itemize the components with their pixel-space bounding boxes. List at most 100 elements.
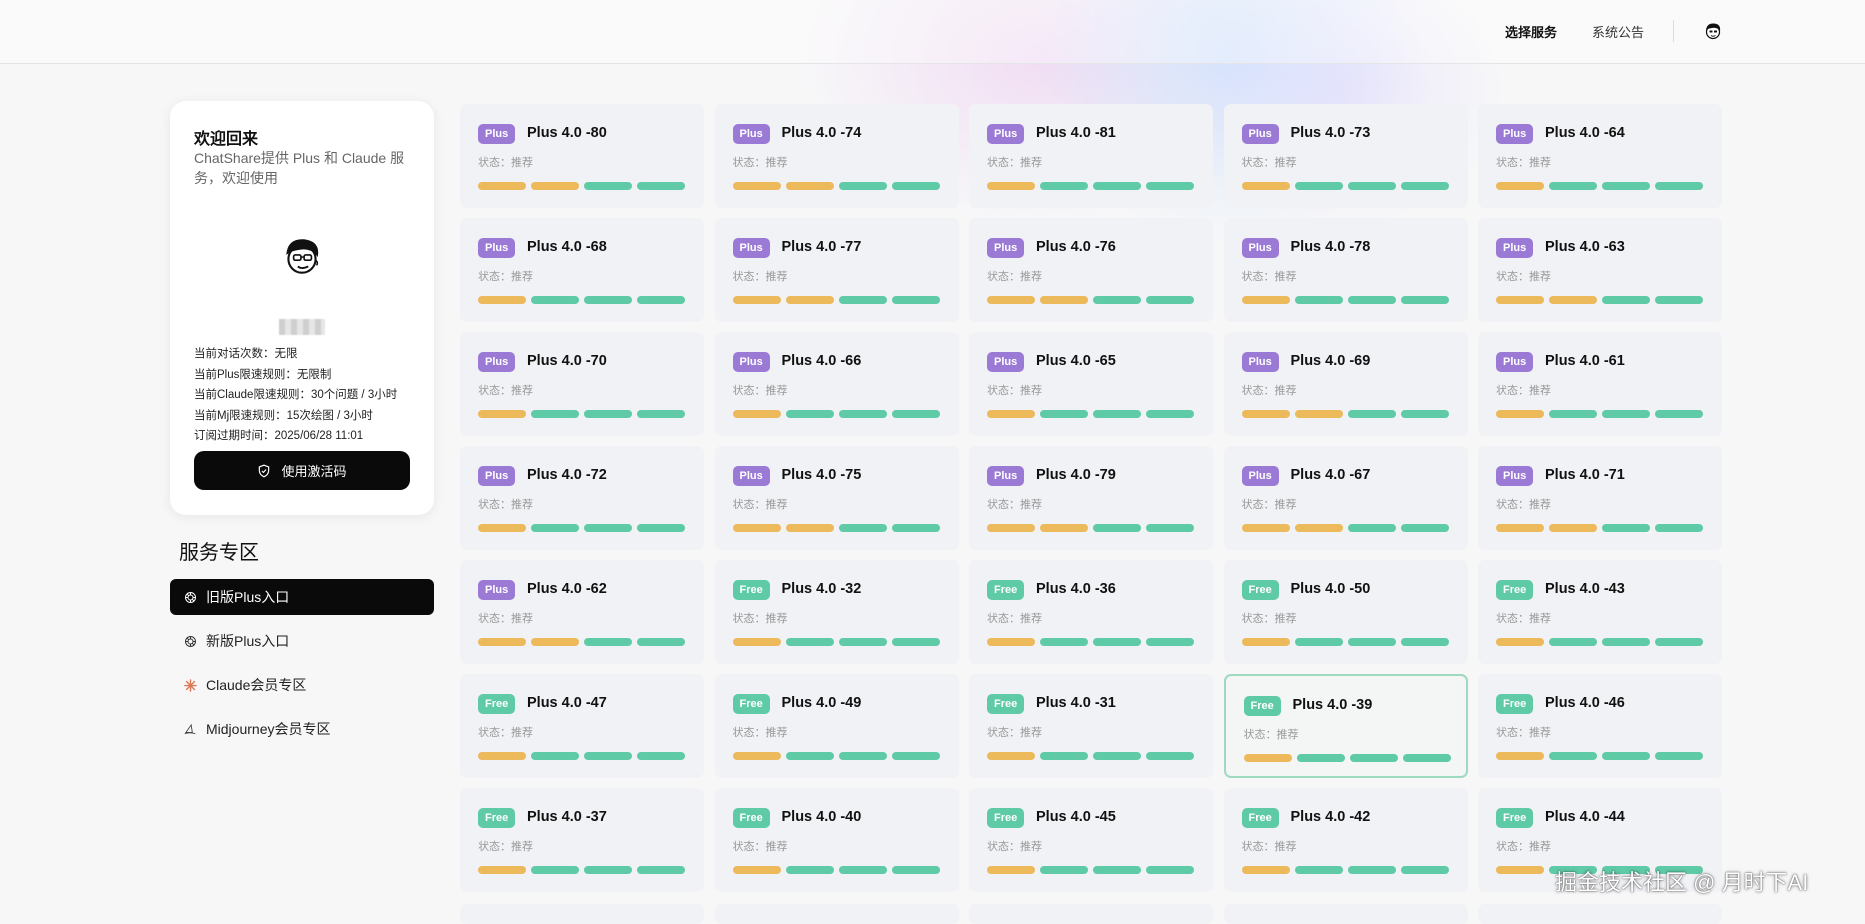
load-bar-free — [637, 638, 685, 646]
load-bar-free — [1040, 182, 1088, 190]
service-name: Plus 4.0 -49 — [781, 695, 862, 711]
service-card-partial[interactable] — [714, 904, 959, 924]
load-bar-free — [1400, 296, 1449, 304]
service-card[interactable]: Plus Plus 4.0 -65 状态：推荐 — [969, 332, 1213, 436]
load-bar-free — [838, 296, 887, 304]
load-bar-free — [1655, 752, 1703, 760]
service-status: 状态：推荐 — [1241, 613, 1297, 625]
service-card-partial[interactable] — [1478, 904, 1722, 924]
load-bar-free — [1093, 296, 1141, 304]
service-card[interactable]: Plus Plus 4.0 -61 状态：推荐 — [1478, 332, 1722, 436]
service-card[interactable]: Plus Plus 4.0 -76 状态：推荐 — [969, 218, 1213, 322]
service-card[interactable]: Plus Plus 4.0 -70 状态：推荐 — [460, 332, 704, 436]
load-bar-free — [584, 866, 632, 874]
load-bar-free — [1549, 638, 1597, 646]
service-card[interactable]: Plus Plus 4.0 -62 状态：推荐 — [460, 560, 704, 664]
service-card[interactable]: Free Plus 4.0 -37 状态：推荐 — [460, 788, 704, 892]
load-bar-busy — [732, 182, 781, 190]
load-bar-free — [1146, 296, 1194, 304]
tier-badge: Plus — [1241, 124, 1279, 144]
service-status: 状态：推荐 — [1496, 499, 1551, 511]
service-status: 状态：推荐 — [478, 727, 533, 739]
load-bar-free — [1040, 866, 1088, 874]
service-card[interactable]: Free Plus 4.0 -42 状态：推荐 — [1223, 788, 1468, 892]
load-bar-free — [1347, 182, 1396, 190]
load-bar-busy — [1040, 524, 1088, 532]
service-card[interactable]: Plus Plus 4.0 -77 状态：推荐 — [714, 218, 959, 322]
load-bar-busy — [478, 296, 526, 304]
load-bar-free — [637, 524, 685, 532]
tier-badge: Plus — [478, 466, 516, 486]
load-bar-free — [1347, 866, 1396, 874]
service-card[interactable]: Free Plus 4.0 -43 状态：推荐 — [1478, 560, 1722, 664]
load-bar-busy — [1241, 866, 1290, 874]
service-card[interactable]: Plus Plus 4.0 -67 状态：推荐 — [1223, 446, 1468, 550]
service-card[interactable]: Plus Plus 4.0 -63 状态：推荐 — [1478, 218, 1722, 322]
load-bar-busy — [987, 866, 1035, 874]
menu-item-label: Claude会员专区 — [206, 677, 307, 693]
service-card[interactable]: Plus Plus 4.0 -64 状态：推荐 — [1478, 104, 1722, 208]
service-card[interactable]: Free Plus 4.0 -47 状态：推荐 — [460, 674, 704, 778]
service-status: 状态：推荐 — [1496, 157, 1551, 169]
service-card-partial[interactable] — [969, 904, 1213, 924]
load-bar-busy — [478, 524, 526, 532]
load-indicator — [1243, 754, 1451, 762]
service-card[interactable]: Free Plus 4.0 -50 状态：推荐 — [1223, 560, 1468, 664]
load-bar-free — [891, 638, 940, 646]
avatar-icon[interactable] — [1702, 20, 1724, 42]
service-card[interactable]: Plus Plus 4.0 -79 状态：推荐 — [969, 446, 1213, 550]
nav-select-service[interactable]: 选择服务 — [1505, 22, 1557, 41]
service-card[interactable]: Free Plus 4.0 -40 状态：推荐 — [714, 788, 959, 892]
service-card[interactable]: Plus Plus 4.0 -75 状态：推荐 — [714, 446, 959, 550]
service-card[interactable]: Plus Plus 4.0 -68 状态：推荐 — [460, 218, 704, 322]
load-bar-busy — [1294, 410, 1343, 418]
load-bar-free — [1040, 410, 1088, 418]
menu-item-midjourney[interactable]: Midjourney会员专区 — [170, 711, 434, 747]
service-status: 状态：推荐 — [732, 613, 788, 625]
service-card-partial[interactable] — [1223, 904, 1468, 924]
top-navbar: 选择服务 系统公告 — [0, 0, 1865, 64]
service-name: Plus 4.0 -77 — [781, 239, 862, 255]
load-bar-free — [1602, 752, 1650, 760]
service-card[interactable]: Plus Plus 4.0 -72 状态：推荐 — [460, 446, 704, 550]
service-card[interactable]: Free Plus 4.0 -32 状态：推荐 — [714, 560, 959, 664]
load-bar-free — [1146, 752, 1194, 760]
service-card[interactable]: Free Plus 4.0 -45 状态：推荐 — [969, 788, 1213, 892]
service-name: Plus 4.0 -50 — [1290, 581, 1371, 597]
load-indicator — [987, 182, 1194, 190]
service-card[interactable]: Free Plus 4.0 -39 状态：推荐 — [1223, 674, 1468, 778]
load-bar-free — [584, 410, 632, 418]
service-card[interactable]: Plus Plus 4.0 -78 状态：推荐 — [1223, 218, 1468, 322]
service-card[interactable]: Free Plus 4.0 -49 状态：推荐 — [714, 674, 959, 778]
load-bar-busy — [732, 638, 781, 646]
service-name: Plus 4.0 -66 — [781, 353, 862, 369]
menu-item-claude[interactable]: Claude会员专区 — [170, 667, 434, 703]
watermark: 掘金技术社区 @ 月时下AI — [1555, 870, 1809, 895]
load-bar-busy — [785, 296, 834, 304]
menu-item-new-plus[interactable]: 新版Plus入口 — [170, 623, 434, 659]
load-bar-free — [1655, 182, 1703, 190]
service-card[interactable]: Free Plus 4.0 -36 状态：推荐 — [969, 560, 1213, 664]
service-card-partial[interactable] — [460, 904, 704, 924]
service-card[interactable]: Plus Plus 4.0 -69 状态：推荐 — [1223, 332, 1468, 436]
service-card[interactable]: Plus Plus 4.0 -74 状态：推荐 — [714, 104, 959, 208]
load-bar-free — [1093, 866, 1141, 874]
service-card[interactable]: Plus Plus 4.0 -80 状态：推荐 — [460, 104, 704, 208]
menu-item-legacy-plus[interactable]: 旧版Plus入口 — [170, 579, 434, 615]
service-name: Plus 4.0 -68 — [527, 239, 607, 255]
service-card[interactable]: Plus Plus 4.0 -71 状态：推荐 — [1478, 446, 1722, 550]
tier-badge: Plus — [732, 466, 770, 486]
service-card[interactable]: Plus Plus 4.0 -66 状态：推荐 — [714, 332, 959, 436]
load-bar-busy — [1294, 524, 1343, 532]
service-card[interactable]: Free Plus 4.0 -31 状态：推荐 — [969, 674, 1213, 778]
load-bar-free — [637, 182, 685, 190]
load-bar-busy — [1549, 296, 1597, 304]
activate-code-button[interactable]: 使用激活码 — [194, 451, 410, 490]
service-card[interactable]: Plus Plus 4.0 -81 状态：推荐 — [969, 104, 1213, 208]
load-indicator — [987, 866, 1194, 874]
tier-badge: Free — [1241, 808, 1279, 828]
nav-announcement[interactable]: 系统公告 — [1592, 22, 1644, 41]
service-card[interactable]: Plus Plus 4.0 -73 状态：推荐 — [1223, 104, 1468, 208]
service-card[interactable]: Free Plus 4.0 -46 状态：推荐 — [1478, 674, 1722, 778]
load-bar-free — [1296, 754, 1345, 762]
